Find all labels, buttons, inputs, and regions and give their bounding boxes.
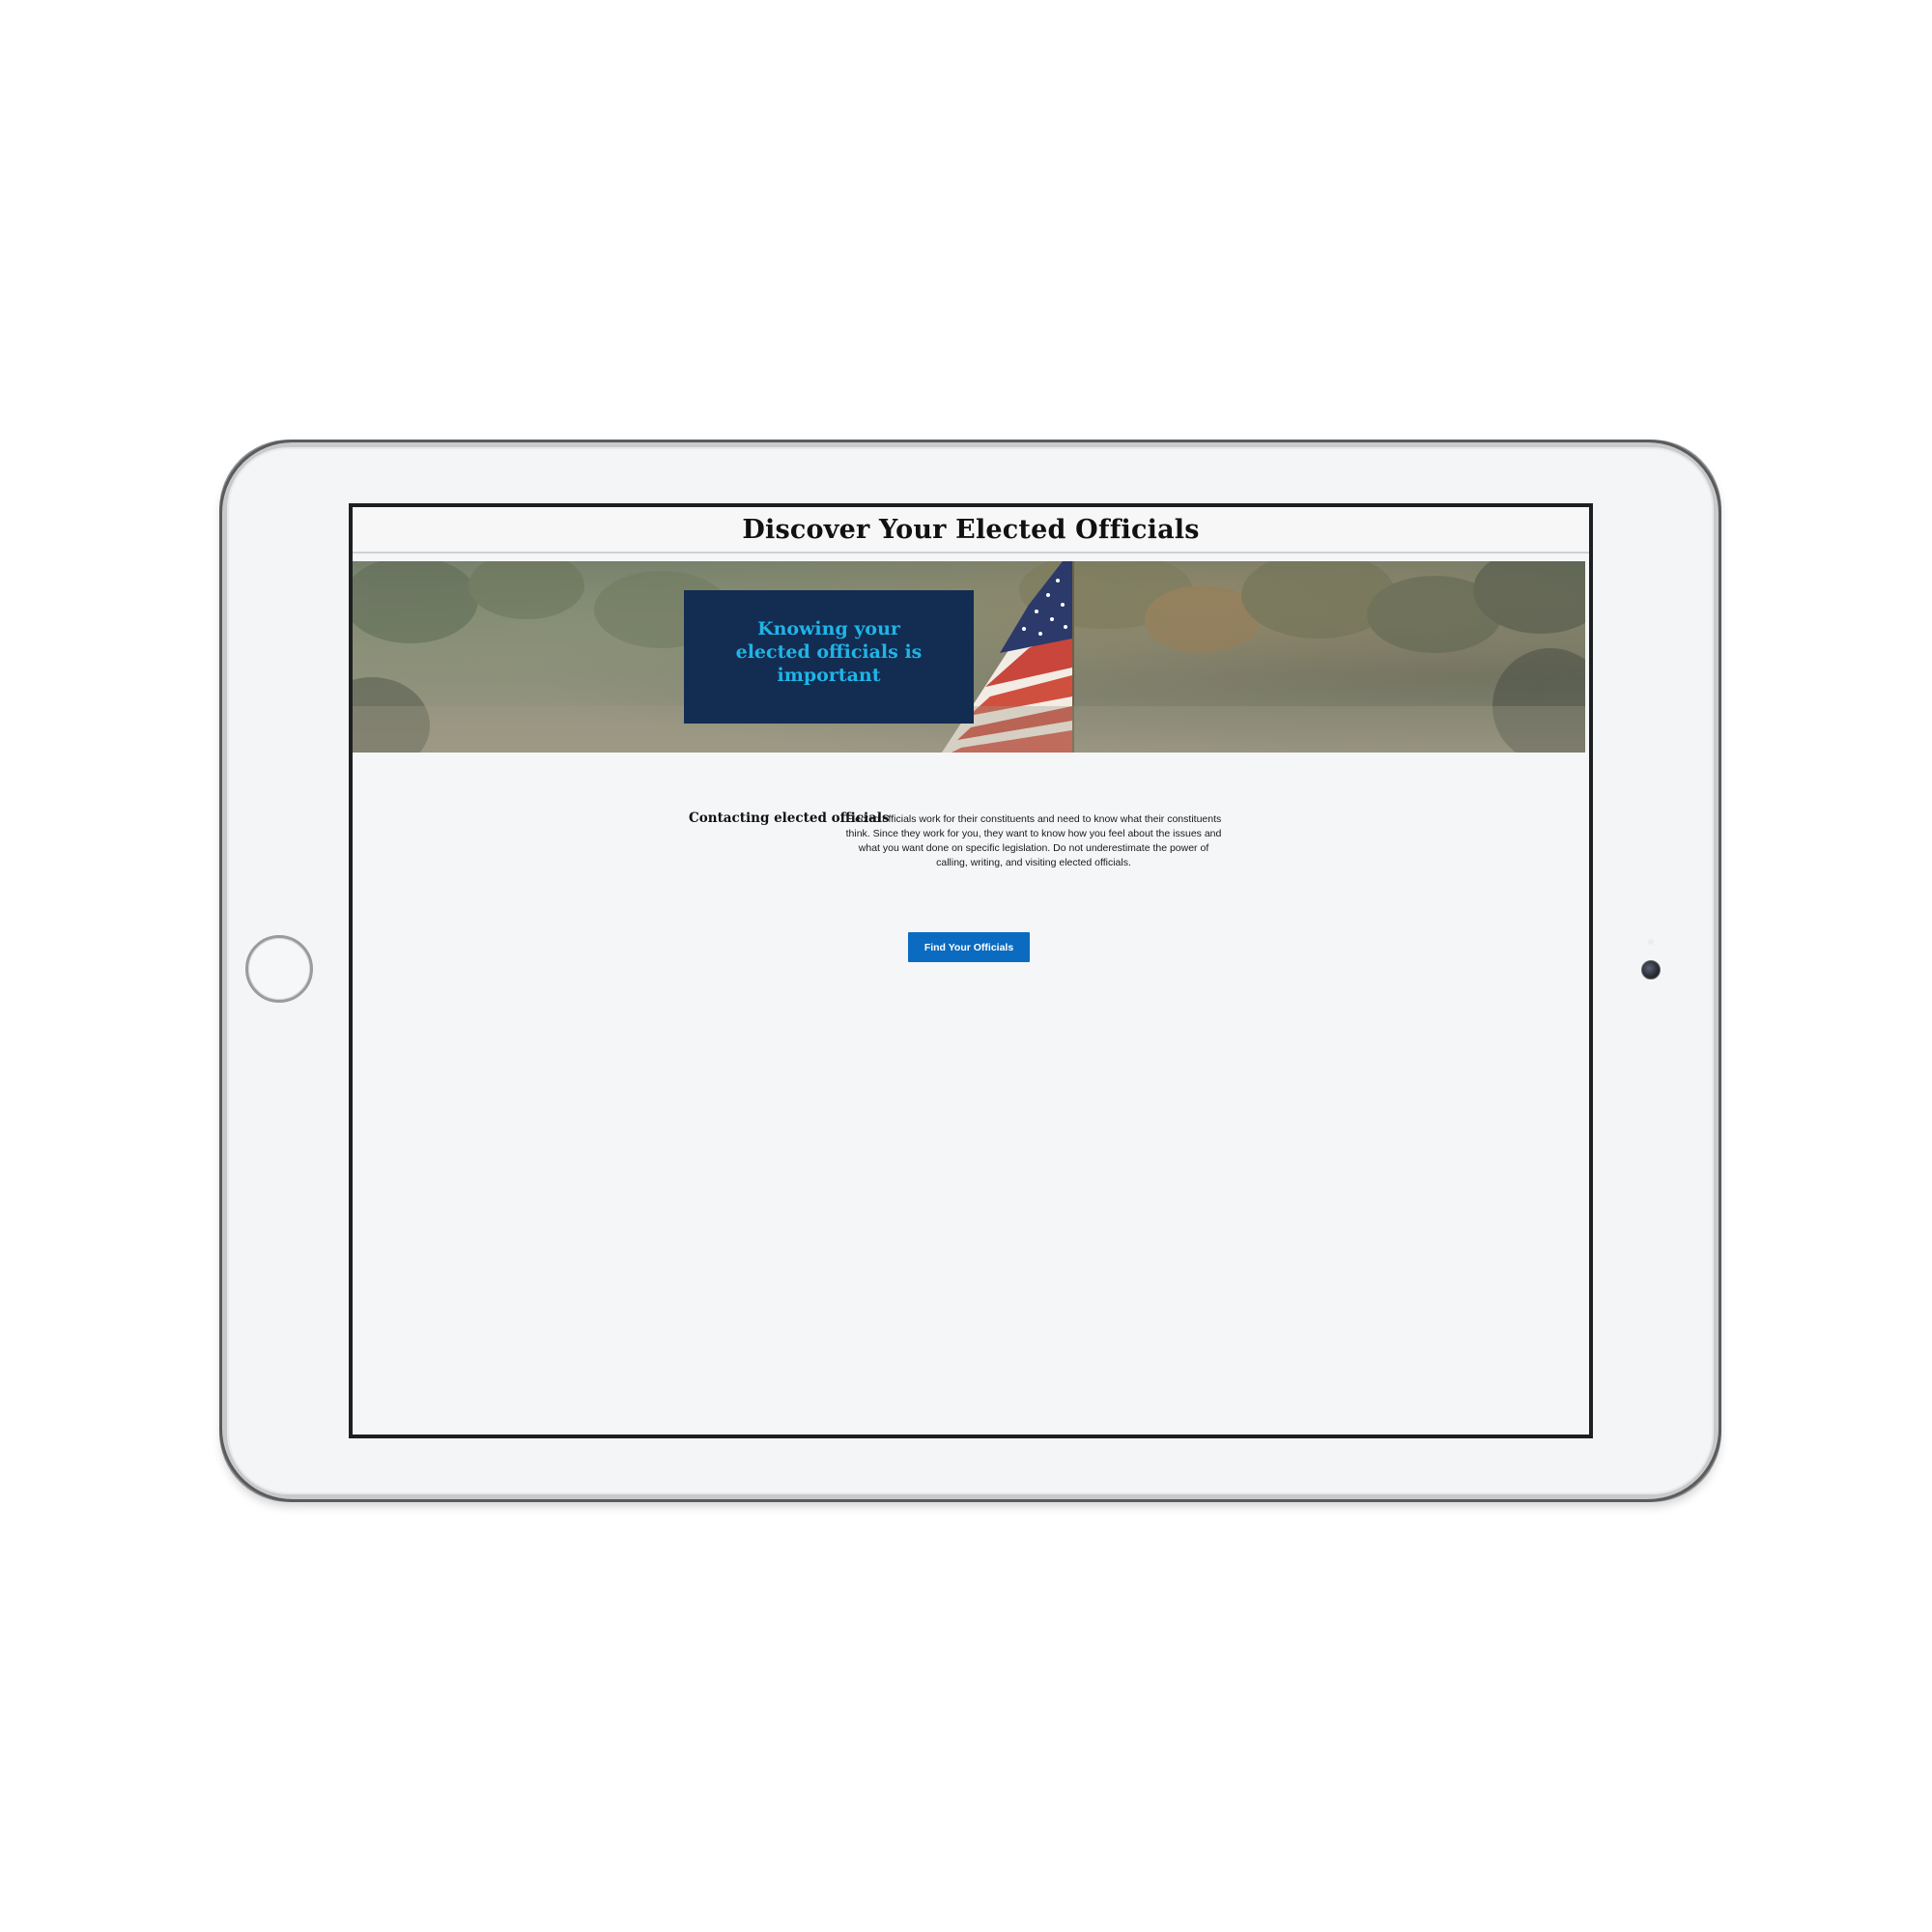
hero-heading: Knowing your elected officials is import…	[735, 618, 923, 686]
page-title: Discover Your Elected Officials	[742, 514, 1200, 545]
hero-callout: Knowing your elected officials is import…	[684, 590, 974, 724]
camera-icon	[1641, 960, 1661, 980]
find-your-officials-button[interactable]: Find Your Officials	[908, 932, 1030, 962]
hero-banner: Knowing your elected officials is import…	[353, 561, 1585, 753]
tablet-screen: Discover Your Elected Officials Knowing …	[349, 503, 1593, 1438]
section-body: Elected officials work for their constit…	[845, 813, 1222, 868]
site-header: Discover Your Elected Officials	[353, 507, 1589, 554]
home-button-icon[interactable]	[245, 935, 313, 1003]
light-sensor-icon	[1648, 939, 1654, 945]
